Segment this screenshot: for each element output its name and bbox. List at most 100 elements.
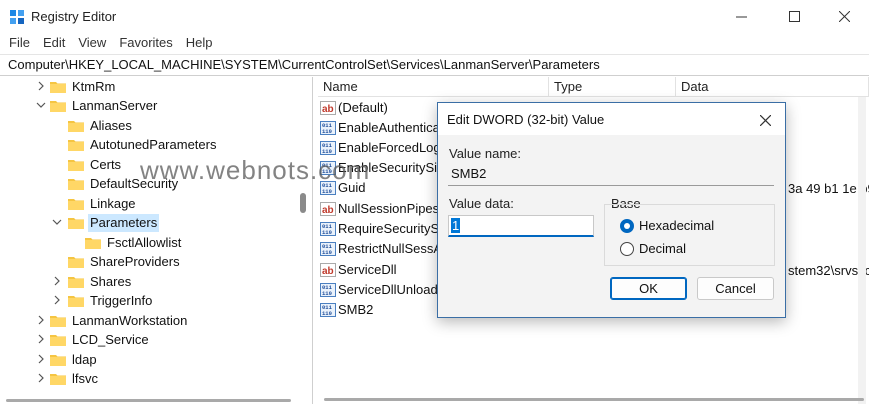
chevron-right-icon[interactable] <box>52 276 62 286</box>
tree-item-aliases[interactable]: Aliases <box>68 116 134 135</box>
tree-item-shareproviders[interactable]: ShareProviders <box>68 252 182 271</box>
tree-horizontal-scrollbar[interactable] <box>6 399 291 402</box>
value-name: ServiceDllUnloadO <box>338 282 448 297</box>
dialog-title-bar: Edit DWORD (32-bit) Value <box>438 103 785 135</box>
folder-icon <box>68 179 84 190</box>
chevron-right-icon[interactable] <box>36 315 46 325</box>
radio-hexadecimal[interactable]: Hexadecimal <box>620 217 716 235</box>
chevron-right-icon[interactable] <box>36 373 46 383</box>
value-name: NullSessionPipes <box>338 201 440 216</box>
radio-decimal[interactable]: Decimal <box>620 240 688 258</box>
tree-item-label: LanmanWorkstation <box>72 312 188 328</box>
list-horizontal-scrollbar[interactable] <box>324 398 864 401</box>
column-header-type[interactable]: Type <box>549 77 676 97</box>
radio-decimal-label: Decimal <box>639 241 686 256</box>
binary-value-icon: 011 110 <box>320 222 336 236</box>
chevron-right-icon[interactable] <box>52 295 62 305</box>
tree-item-fsctlallowlist[interactable]: FsctlAllowlist <box>85 233 183 252</box>
tree-item-linkage[interactable]: Linkage <box>68 194 138 213</box>
tree-item-lanmanworkstation[interactable]: LanmanWorkstation <box>36 311 189 330</box>
chevron-right-icon[interactable] <box>36 81 46 91</box>
menu-edit[interactable]: Edit <box>43 33 65 53</box>
close-icon <box>838 11 850 22</box>
ok-button[interactable]: OK <box>610 277 687 300</box>
tree-item-parameters[interactable]: Parameters <box>52 213 160 232</box>
binary-value-icon: 011 110 <box>320 141 336 155</box>
tree-item-label: lfsvc <box>72 370 98 386</box>
tree-item-ktmrm[interactable]: KtmRm <box>36 77 117 96</box>
chevron-right-icon[interactable] <box>36 354 46 364</box>
svg-text:ab: ab <box>322 266 334 277</box>
value-name-field: SMB2 <box>448 163 774 186</box>
tree-item-label: ShareProviders <box>90 253 180 269</box>
folder-icon <box>85 238 101 249</box>
list-item[interactable]: ab ServiceDll <box>320 260 397 280</box>
tree-item-shares[interactable]: Shares <box>52 272 133 291</box>
address-bar[interactable]: Computer\HKEY_LOCAL_MACHINE\SYSTEM\Curre… <box>0 54 869 76</box>
value-name-label: Value name: <box>449 146 522 161</box>
list-item[interactable]: 011 110 RequireSecuritySig <box>320 219 449 239</box>
close-button[interactable] <box>820 0 868 33</box>
tree-item-certs[interactable]: Certs <box>68 155 123 174</box>
guid-data-fragment: 3a 49 b1 1e b9 <box>788 181 869 196</box>
value-name: SMB2 <box>338 302 374 317</box>
maximize-button[interactable] <box>770 0 818 33</box>
tree-item-triggerinfo[interactable]: TriggerInfo <box>52 291 154 310</box>
value-name: (Default) <box>338 100 388 115</box>
tree-item-lcd-service[interactable]: LCD_Service <box>36 330 151 349</box>
chevron-down-icon[interactable] <box>36 100 46 110</box>
radio-hexadecimal-label: Hexadecimal <box>639 218 715 233</box>
svg-text:110: 110 <box>322 229 332 236</box>
list-item[interactable]: 011 110 RestrictNullSessAc <box>320 239 449 259</box>
value-name: ServiceDll <box>338 262 397 277</box>
folder-icon <box>50 335 66 346</box>
list-item[interactable]: 011 110 SMB2 <box>320 300 373 320</box>
close-icon <box>759 114 771 126</box>
tree-item-label: KtmRm <box>72 78 116 94</box>
chevron-right-icon[interactable] <box>36 334 46 344</box>
list-item[interactable]: ab NullSessionPipes <box>320 199 439 219</box>
list-item[interactable]: 011 110 EnableAuthenticat <box>320 118 444 138</box>
value-data-input[interactable]: 1 <box>448 215 594 237</box>
column-header-data[interactable]: Data <box>676 77 869 97</box>
list-item[interactable]: 011 110 ServiceDllUnloadO <box>320 280 448 300</box>
chevron-down-icon[interactable] <box>52 217 62 227</box>
svg-text:ab: ab <box>322 205 334 216</box>
tree-item-ldap[interactable]: ldap <box>36 350 99 369</box>
svg-text:110: 110 <box>322 310 332 317</box>
radio-decimal-button[interactable] <box>620 242 634 256</box>
menu-help[interactable]: Help <box>186 33 213 53</box>
minimize-icon <box>735 16 747 18</box>
radio-hexadecimal-button[interactable] <box>620 219 634 233</box>
tree-item-lfsvc[interactable]: lfsvc <box>36 369 100 388</box>
list-item[interactable]: ab (Default) <box>320 98 388 118</box>
tree-item-label: Shares <box>90 273 132 289</box>
cancel-button[interactable]: Cancel <box>697 277 774 300</box>
key-tree[interactable]: KtmRm LanmanServer Aliases AutotunedPara… <box>0 77 313 404</box>
servicedll-data-fragment: stem32\srvsvc. <box>788 263 869 278</box>
menu-file[interactable]: File <box>9 33 30 53</box>
binary-value-icon: 011 110 <box>320 242 336 256</box>
tree-vertical-scrollbar[interactable] <box>299 77 307 404</box>
tree-item-autotunedparameters[interactable]: AutotunedParameters <box>68 135 218 154</box>
minimize-button[interactable] <box>717 0 765 33</box>
tree-item-label: Linkage <box>90 195 136 211</box>
dialog-close-button[interactable] <box>756 111 774 129</box>
title-bar: Registry Editor <box>0 0 869 33</box>
tree-item-label: Certs <box>90 156 122 172</box>
folder-icon <box>50 374 66 385</box>
folder-icon <box>68 140 84 151</box>
tree-item-lanmanserver[interactable]: LanmanServer <box>36 96 159 115</box>
tree-item-label: AutotunedParameters <box>90 136 217 152</box>
tree-item-label: TriggerInfo <box>90 292 153 308</box>
menu-view[interactable]: View <box>78 33 106 53</box>
column-header-name[interactable]: Name <box>318 77 549 97</box>
folder-open-icon <box>50 101 66 112</box>
folder-icon <box>50 82 66 93</box>
value-data-label: Value data: <box>449 196 514 211</box>
folder-icon <box>50 316 66 327</box>
tree-scroll-thumb[interactable] <box>300 193 306 213</box>
value-name: EnableAuthenticat <box>338 120 444 135</box>
list-vertical-scrollbar[interactable] <box>858 97 866 404</box>
menu-favorites[interactable]: Favorites <box>119 33 172 53</box>
